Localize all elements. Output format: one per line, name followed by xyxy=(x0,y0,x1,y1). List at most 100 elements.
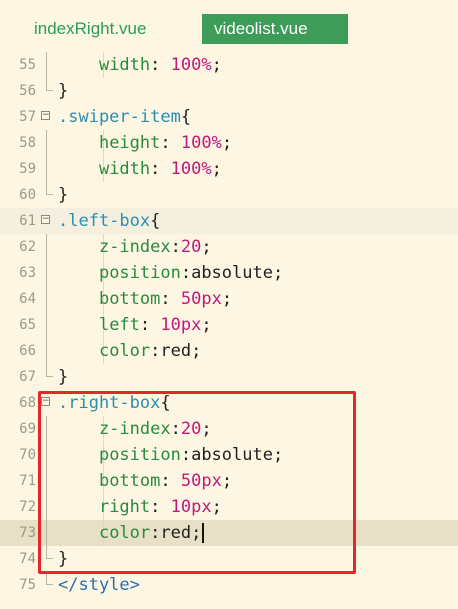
code-token: : xyxy=(160,289,181,309)
code-token: height xyxy=(98,133,161,153)
code-token: : xyxy=(160,133,181,153)
line-number: 55 xyxy=(19,57,36,73)
code-text: } xyxy=(58,78,68,104)
code-token: px xyxy=(201,289,222,309)
fold-guide-icon xyxy=(41,52,55,78)
line-number: 75 xyxy=(19,577,36,593)
code-token: } xyxy=(58,367,69,387)
code-line[interactable]: 64 bottom: 50px; xyxy=(0,286,458,312)
code-text: .swiper-item{ xyxy=(58,104,191,130)
code-token: px xyxy=(180,315,202,335)
code-text: z-index:20; xyxy=(58,234,212,260)
line-number: 60 xyxy=(19,187,36,203)
line-number: 64 xyxy=(19,291,36,307)
code-line[interactable]: 58 height: 100%; xyxy=(0,130,458,156)
code-line[interactable]: 61− .left-box{ xyxy=(0,208,458,234)
code-token: .left-box xyxy=(58,211,151,231)
fold-end-icon xyxy=(41,364,55,390)
code-token: 10 xyxy=(160,315,181,335)
line-number: 69 xyxy=(19,421,36,437)
code-line[interactable]: 63 position:absolute; xyxy=(0,260,458,286)
code-token: : xyxy=(150,159,171,179)
fold-end-icon xyxy=(41,572,55,598)
line-number: 70 xyxy=(19,447,36,463)
line-number: 72 xyxy=(19,499,36,515)
code-token: 50 xyxy=(180,289,202,309)
code-token: ; xyxy=(221,133,233,153)
fold-guide-icon xyxy=(41,130,55,156)
fold-guide-icon xyxy=(41,156,55,182)
line-number: 59 xyxy=(19,161,36,177)
fold-guide-icon xyxy=(41,286,55,312)
code-line[interactable]: 62 z-index:20; xyxy=(0,234,458,260)
code-text: } xyxy=(58,182,68,208)
code-token: ; xyxy=(211,159,222,179)
line-number: 61 xyxy=(19,213,36,229)
code-line[interactable]: 55 width: 100%; xyxy=(0,52,458,78)
highlight-box xyxy=(38,391,356,574)
code-token: bottom xyxy=(98,289,161,309)
line-number: 73 xyxy=(19,525,36,541)
code-token: { xyxy=(180,107,192,127)
line-number: 74 xyxy=(19,551,36,567)
code-token: position xyxy=(98,263,181,283)
tab-indexright-vue[interactable]: indexRight.vue xyxy=(22,14,192,44)
code-token: left xyxy=(98,315,140,335)
code-text: height: 100%; xyxy=(58,130,232,156)
tab-videolist-vue[interactable]: videolist.vue xyxy=(202,14,348,44)
code-token: :absolute; xyxy=(180,263,284,283)
code-text: color:red; xyxy=(58,338,201,364)
code-token: : xyxy=(139,315,161,335)
code-token: width xyxy=(98,159,151,179)
code-line[interactable]: 65 left: 10px; xyxy=(0,312,458,338)
code-token: } xyxy=(58,185,69,205)
fold-toggle-icon[interactable]: − xyxy=(41,208,55,234)
code-token: 100% xyxy=(180,133,222,153)
code-token: 100% xyxy=(170,55,212,75)
code-text: } xyxy=(58,364,68,390)
line-number: 67 xyxy=(19,369,36,385)
code-token: : xyxy=(150,55,171,75)
code-line[interactable]: 59 width: 100%; xyxy=(0,156,458,182)
code-token: ; xyxy=(201,315,212,335)
fold-end-icon xyxy=(41,182,55,208)
code-token: } xyxy=(58,81,69,101)
editor-tab-bar: indexRight.vue videolist.vue xyxy=(0,0,458,50)
code-token: width xyxy=(98,55,151,75)
code-token: ; xyxy=(211,55,222,75)
code-token: { xyxy=(150,211,161,231)
line-number: 68 xyxy=(19,395,36,411)
code-text: left: 10px; xyxy=(58,312,212,338)
code-line[interactable]: 57− .swiper-item{ xyxy=(0,104,458,130)
line-number: 56 xyxy=(19,83,36,99)
code-line[interactable]: 66 color:red; xyxy=(0,338,458,364)
code-text: width: 100%; xyxy=(58,156,222,182)
line-number: 65 xyxy=(19,317,36,333)
code-line[interactable]: 60} xyxy=(0,182,458,208)
code-line[interactable]: 75 </style> xyxy=(0,572,458,598)
code-line[interactable]: 56} xyxy=(0,78,458,104)
code-token: : xyxy=(170,237,181,257)
line-number: 57 xyxy=(19,109,36,125)
code-token: ; xyxy=(201,237,212,257)
code-token: z-index xyxy=(98,237,171,257)
fold-toggle-icon[interactable]: − xyxy=(41,104,55,130)
code-token: ; xyxy=(221,289,233,309)
code-token: :red; xyxy=(150,341,202,361)
line-number: 71 xyxy=(19,473,36,489)
fold-guide-icon xyxy=(41,260,55,286)
code-token: .swiper-item xyxy=(58,107,181,127)
line-number: 62 xyxy=(19,239,36,255)
code-token: 20 xyxy=(180,237,202,257)
code-line[interactable]: 67} xyxy=(0,364,458,390)
fold-guide-icon xyxy=(41,312,55,338)
code-text: .left-box{ xyxy=(58,208,160,234)
code-token: color xyxy=(98,341,151,361)
